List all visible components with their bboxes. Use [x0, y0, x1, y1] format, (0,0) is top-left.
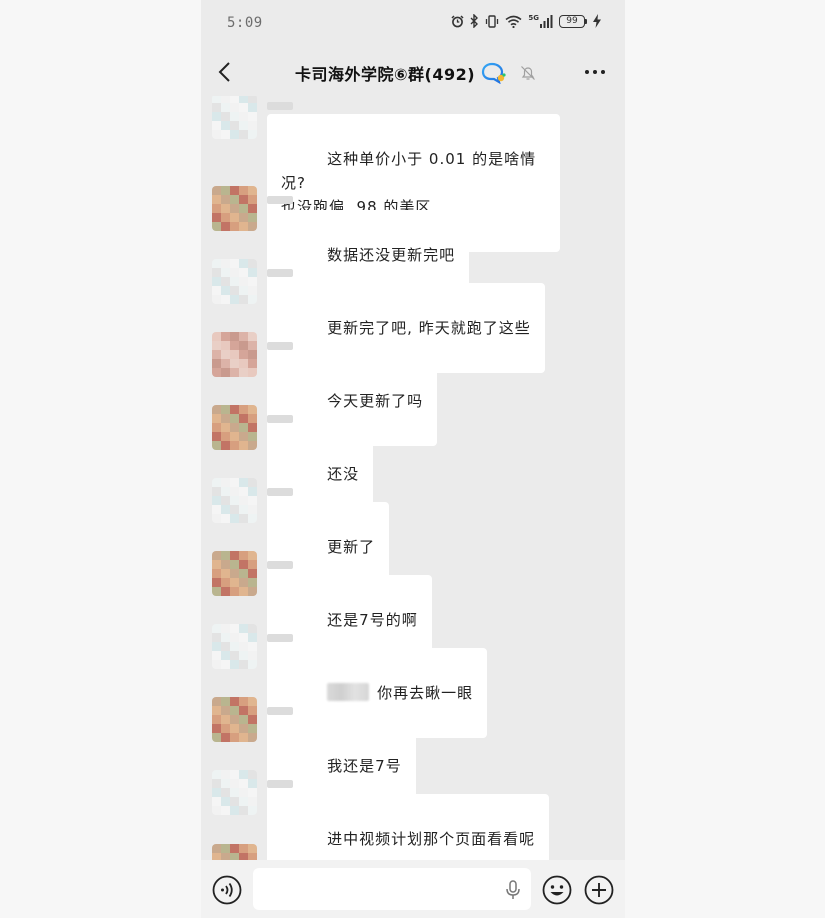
- sender-name-blurred: [267, 196, 293, 204]
- status-icons: 5G 99: [451, 14, 601, 28]
- signal-5g-icon: 5G: [528, 13, 553, 28]
- sender-name-blurred: [267, 269, 293, 277]
- vibrate-icon: [486, 14, 499, 28]
- microphone-button[interactable]: [504, 880, 522, 900]
- message-text: 数据还没更新完吧: [327, 246, 456, 264]
- voice-toggle-button[interactable]: [212, 875, 242, 905]
- avatar[interactable]: [212, 478, 257, 523]
- more-actions-button[interactable]: [584, 875, 614, 905]
- more-options-button[interactable]: [583, 62, 607, 82]
- message-text: 还没: [327, 465, 360, 483]
- wifi-icon: [505, 15, 522, 28]
- mention-tag-blurred[interactable]: [327, 683, 370, 701]
- avatar[interactable]: [212, 405, 257, 450]
- sender-name-blurred: [267, 342, 293, 350]
- sender-name-blurred: [267, 707, 293, 715]
- avatar[interactable]: [212, 697, 257, 742]
- avatar[interactable]: [212, 624, 257, 669]
- chat-title-group[interactable]: 卡司海外学院⑥群(492): [295, 61, 537, 85]
- back-button[interactable]: [215, 60, 235, 84]
- message-text: 你再去瞅一眼: [377, 684, 474, 702]
- status-bar: 5:09 5G 99: [201, 0, 625, 48]
- voice-icon: [212, 875, 242, 905]
- message-bubble[interactable]: 进中视频计划那个页面看看呢: [267, 794, 550, 860]
- group-chat-title: 卡司海外学院⑥群(492): [295, 65, 476, 84]
- message-list[interactable]: 这种单价小于 0.01 的是啥情况? 也没跑偏, 98 的美区, 数据还没更新完…: [201, 96, 625, 860]
- message-text: 更新了: [327, 538, 376, 556]
- message-text: 这种单价小于 0.01 的是啥情况? 也没跑偏, 98 的美区,: [281, 150, 537, 216]
- message-text: 我还是7号: [327, 757, 402, 775]
- sender-name-blurred: [267, 780, 293, 788]
- sender-name-blurred: [267, 634, 293, 642]
- avatar[interactable]: [212, 332, 257, 377]
- mute-bell-icon[interactable]: [519, 64, 537, 82]
- sender-name-blurred: [267, 561, 293, 569]
- emoji-icon: [542, 875, 572, 905]
- sender-name-blurred: [267, 102, 293, 110]
- message-text: 进中视频计划那个页面看看呢: [327, 830, 536, 848]
- battery-icon: 99: [559, 14, 587, 28]
- phone-screen: 5:09 5G 99 卡司海外学院⑥群(492) 这种单价小于 0.01 的是啥…: [201, 0, 625, 918]
- more-horizontal-icon: [585, 70, 605, 74]
- bluetooth-icon: [470, 14, 479, 28]
- message-text: 还是7号的啊: [327, 611, 418, 629]
- input-bar: [201, 860, 625, 918]
- sender-name-blurred: [267, 415, 293, 423]
- avatar[interactable]: [212, 551, 257, 596]
- battery-level: 99: [559, 14, 585, 28]
- avatar[interactable]: [212, 844, 257, 860]
- emoji-button[interactable]: [542, 875, 572, 905]
- group-chat-bubble-icon[interactable]: [481, 62, 507, 84]
- status-time: 5:09: [227, 15, 263, 31]
- avatar[interactable]: [212, 770, 257, 815]
- microphone-icon: [506, 880, 520, 899]
- plus-icon: [584, 875, 614, 905]
- network-label: 5G: [528, 13, 539, 22]
- avatar[interactable]: [212, 186, 257, 231]
- chat-header: 卡司海外学院⑥群(492): [201, 48, 625, 96]
- avatar[interactable]: [212, 96, 257, 139]
- sender-name-blurred: [267, 488, 293, 496]
- message-text: 今天更新了吗: [327, 392, 424, 410]
- chevron-left-icon: [218, 62, 230, 82]
- charging-icon: [593, 14, 601, 28]
- alarm-icon: [451, 14, 464, 27]
- avatar[interactable]: [212, 259, 257, 304]
- message-input[interactable]: [253, 868, 531, 910]
- message-text: 更新完了吧, 昨天就跑了这些: [327, 319, 531, 337]
